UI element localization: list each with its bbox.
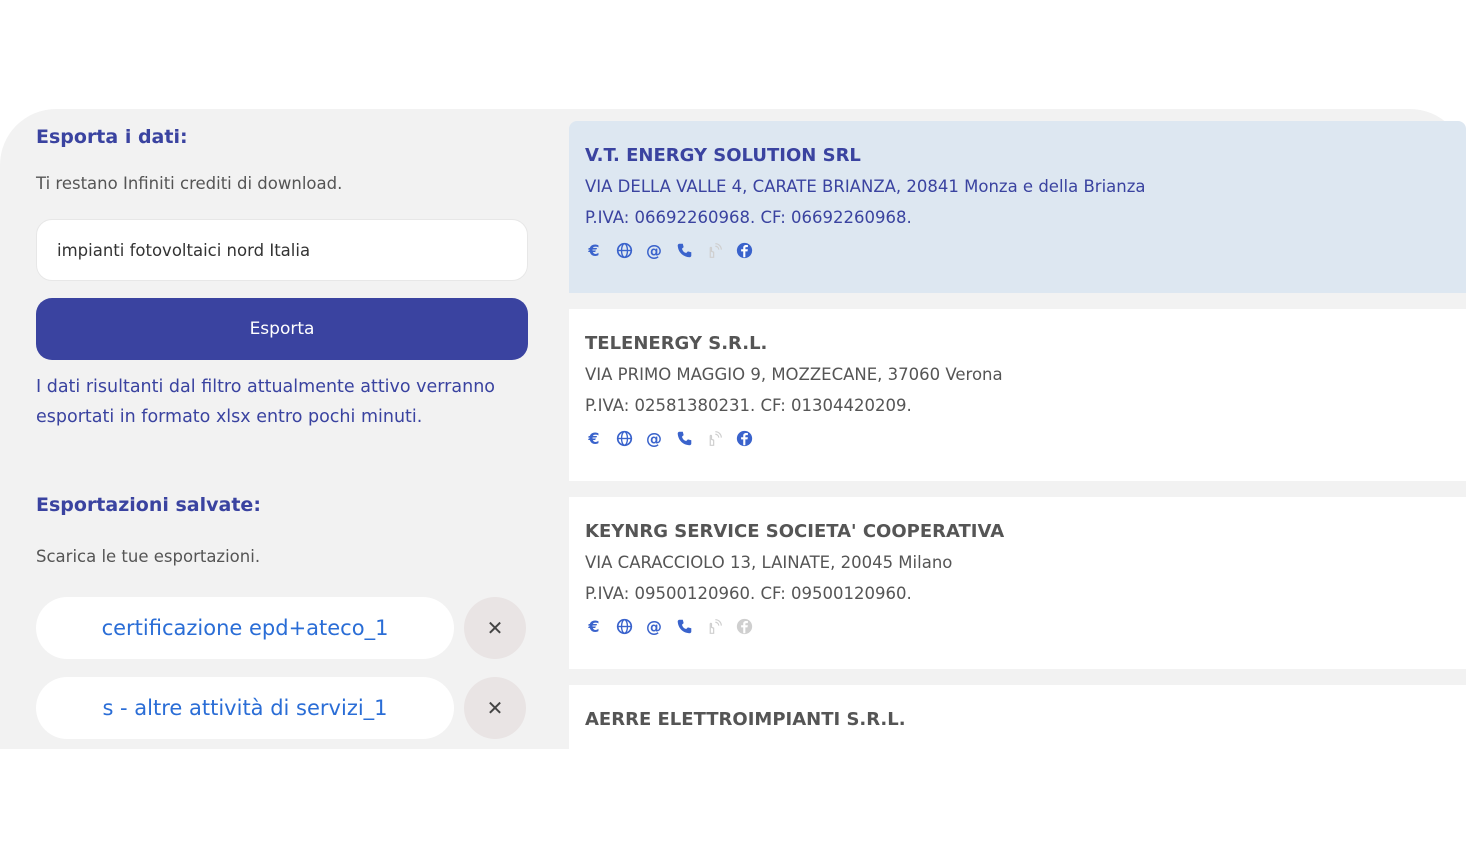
facebook-icon[interactable] <box>735 241 753 259</box>
globe-icon[interactable] <box>615 617 633 635</box>
close-icon: ✕ <box>486 616 504 640</box>
euro-icon[interactable]: € <box>585 617 603 636</box>
at-icon[interactable]: @ <box>645 241 663 260</box>
company-name[interactable]: KEYNRG SERVICE SOCIETA' COOPERATIVA <box>585 517 1466 547</box>
company-name[interactable]: V.T. ENERGY SOLUTION SRL <box>585 141 1466 171</box>
saved-export-link[interactable]: s - altre attività di servizi_1 <box>36 677 454 739</box>
export-button[interactable]: Esporta <box>36 298 528 360</box>
main-panel: Esporta i dati: Ti restano Infiniti cred… <box>0 109 1466 857</box>
company-name[interactable]: AERRE ELETTROIMPIANTI S.R.L. <box>585 705 1466 735</box>
company-card[interactable]: TELENERGY S.R.L. VIA PRIMO MAGGIO 9, MOZ… <box>569 309 1466 481</box>
at-icon[interactable]: @ <box>645 429 663 448</box>
company-tax-ids: P.IVA: 02581380231. CF: 01304420209. <box>585 396 912 415</box>
saved-exports-title: Esportazioni salvate: <box>36 494 261 516</box>
saved-exports-subtitle: Scarica le tue esportazioni. <box>36 547 261 566</box>
company-card[interactable]: KEYNRG SERVICE SOCIETA' COOPERATIVA VIA … <box>569 497 1466 669</box>
pec-icon[interactable] <box>705 241 723 259</box>
remove-export-button[interactable]: ✕ <box>464 597 526 659</box>
euro-icon[interactable]: € <box>585 429 603 448</box>
phone-icon[interactable] <box>675 241 693 259</box>
company-tax-ids: P.IVA: 06692260968. CF: 06692260968. <box>585 208 912 227</box>
contact-icons: € @ <box>585 429 1466 448</box>
phone-icon[interactable] <box>675 617 693 635</box>
contact-icons: € @ <box>585 617 1466 636</box>
export-info-text: I dati risultanti dal filtro attualmente… <box>36 377 495 427</box>
export-title: Esporta i dati: <box>36 126 188 148</box>
company-address: VIA DELLA VALLE 4, CARATE BRIANZA, 20841… <box>585 177 1146 196</box>
company-card[interactable]: AERRE ELETTROIMPIANTI S.R.L. <box>569 685 1466 857</box>
euro-icon[interactable]: € <box>585 241 603 260</box>
globe-icon[interactable] <box>615 429 633 447</box>
contact-icons: € @ <box>585 241 1466 260</box>
facebook-icon[interactable] <box>735 617 753 635</box>
close-icon: ✕ <box>486 696 504 720</box>
pec-icon[interactable] <box>705 429 723 447</box>
facebook-icon[interactable] <box>735 429 753 447</box>
saved-export-link[interactable]: certificazione epd+ateco_1 <box>36 597 454 659</box>
globe-icon[interactable] <box>615 241 633 259</box>
remove-export-button[interactable]: ✕ <box>464 677 526 739</box>
credits-text: Ti restano Infiniti crediti di download. <box>36 174 343 193</box>
at-icon[interactable]: @ <box>645 617 663 636</box>
company-address: VIA PRIMO MAGGIO 9, MOZZECANE, 37060 Ver… <box>585 365 1003 384</box>
phone-icon[interactable] <box>675 429 693 447</box>
company-address: VIA CARACCIOLO 13, LAINATE, 20045 Milano <box>585 553 953 572</box>
company-tax-ids: P.IVA: 09500120960. CF: 09500120960. <box>585 584 912 603</box>
pec-icon[interactable] <box>705 617 723 635</box>
company-name[interactable]: TELENERGY S.R.L. <box>585 329 1466 359</box>
search-input[interactable] <box>36 219 528 281</box>
company-card[interactable]: V.T. ENERGY SOLUTION SRL VIA DELLA VALLE… <box>569 121 1466 293</box>
